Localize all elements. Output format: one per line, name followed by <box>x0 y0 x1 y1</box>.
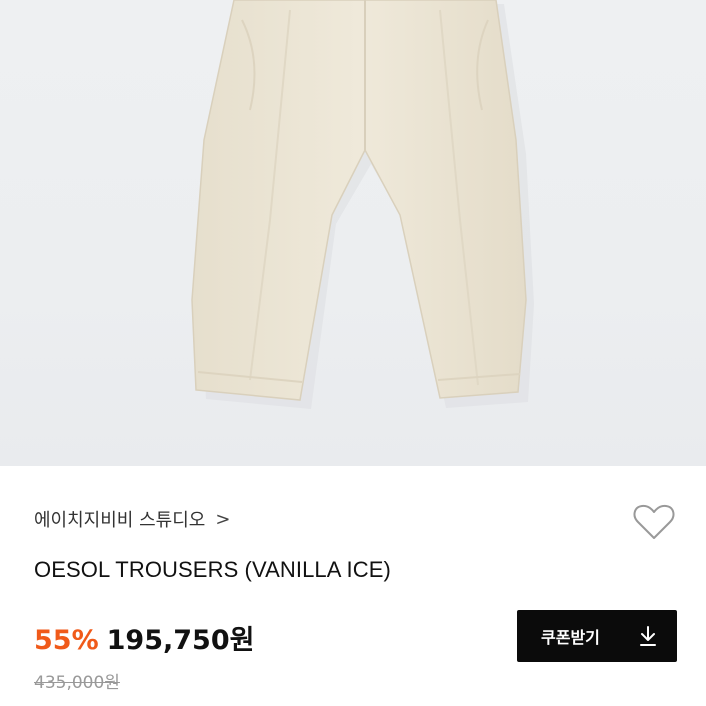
brand-link[interactable]: 에이치지비비 스튜디오 > <box>34 506 230 532</box>
product-title: OESOL TROUSERS (VANILLA ICE) <box>34 557 391 582</box>
product-info: 에이치지비비 스튜디오 > OESOL TROUSERS (VANILLA IC… <box>0 466 706 706</box>
wishlist-button[interactable] <box>632 502 676 542</box>
price-row: 55% 195,750원 <box>34 618 254 657</box>
product-image <box>0 0 706 466</box>
discount-rate: 55% <box>34 625 99 656</box>
trousers-illustration <box>191 0 534 409</box>
original-price: 435,000원 <box>34 673 120 693</box>
brand-name: 에이치지비비 스튜디오 <box>34 510 206 531</box>
heart-outline-icon <box>633 504 675 539</box>
coupon-download-button[interactable]: 쿠폰받기 <box>517 610 677 662</box>
download-icon <box>640 626 656 646</box>
chevron-right-icon: > <box>215 508 231 530</box>
sale-price: 195,750원 <box>106 625 255 656</box>
coupon-button-label: 쿠폰받기 <box>541 628 600 647</box>
